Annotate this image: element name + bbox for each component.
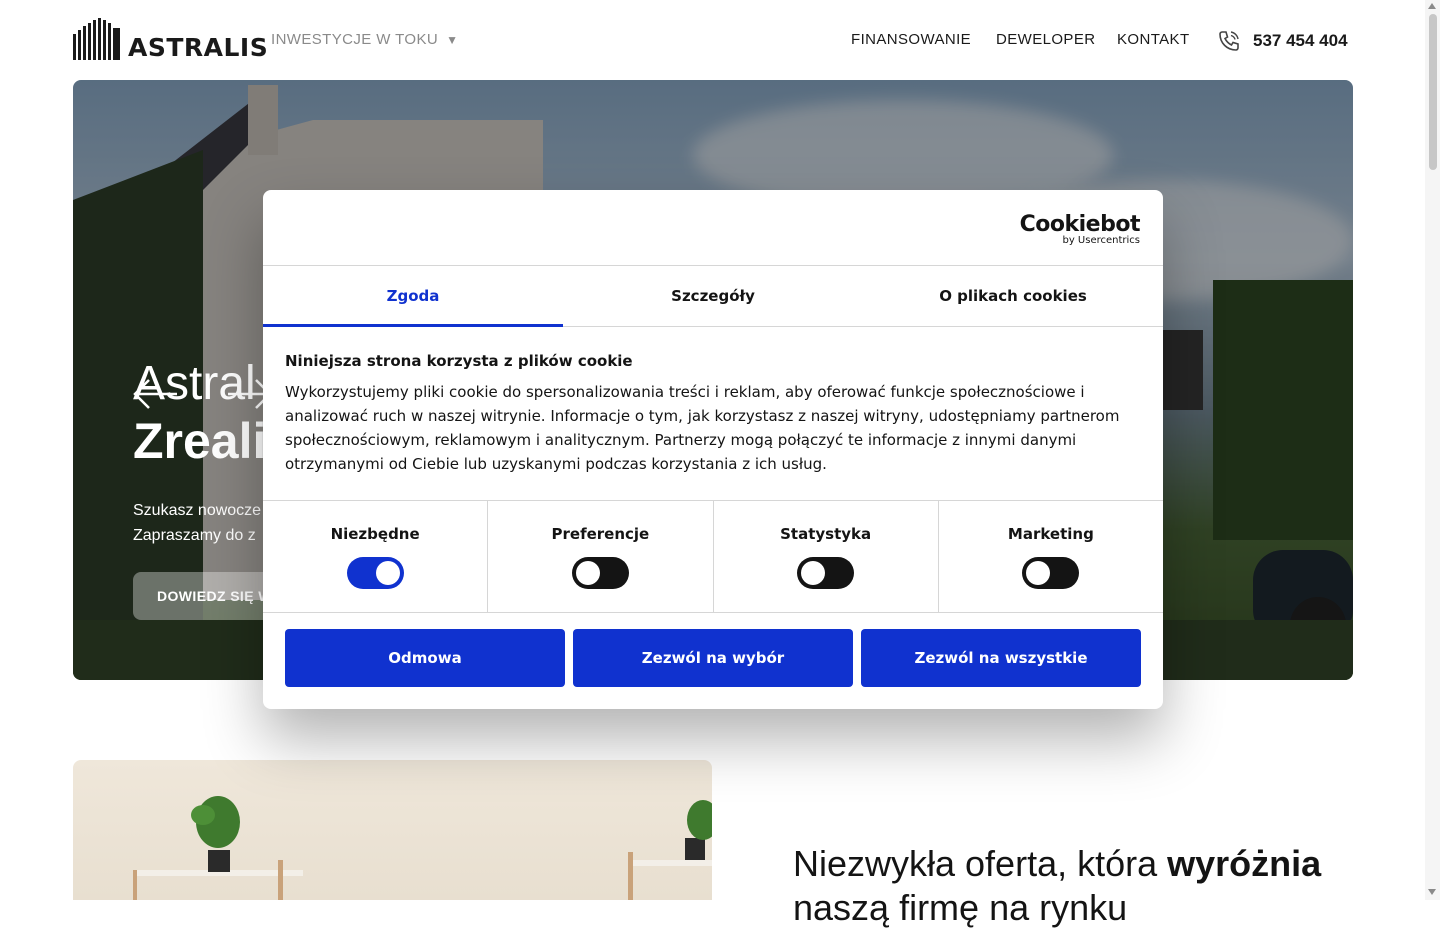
page-scrollbar[interactable] <box>1425 0 1440 900</box>
cookie-consent-dialog: Cookiebot by Usercentrics Zgoda Szczegół… <box>263 190 1163 709</box>
category-label: Preferencje <box>551 525 650 543</box>
scroll-down-icon[interactable] <box>1428 889 1436 895</box>
toggle-statistics[interactable] <box>797 557 855 589</box>
allow-selection-button[interactable]: Zezwól na wybór <box>573 629 853 687</box>
category-necessary: Niezbędne <box>263 501 489 612</box>
cookie-dialog-title: Niniejsza strona korzysta z plików cooki… <box>285 352 633 370</box>
toggle-necessary[interactable] <box>346 557 404 589</box>
scroll-up-icon[interactable] <box>1428 3 1436 9</box>
tab-details[interactable]: Szczegóły <box>563 266 863 326</box>
tab-about-cookies[interactable]: O plikach cookies <box>863 266 1163 326</box>
tab-consent[interactable]: Zgoda <box>263 266 563 327</box>
cookie-actions: Odmowa Zezwól na wybór Zezwól na wszystk… <box>285 629 1141 687</box>
toggle-knob <box>575 561 600 585</box>
toggle-preferences[interactable] <box>571 557 629 589</box>
toggle-marketing[interactable] <box>1022 557 1080 589</box>
category-statistics: Statystyka <box>714 501 939 612</box>
toggle-knob <box>801 561 826 585</box>
cookie-tabs: Zgoda Szczegóły O plikach cookies <box>263 265 1163 327</box>
cookie-dialog-body: Wykorzystujemy pliki cookie do spersonal… <box>285 383 1120 473</box>
cookie-categories: Niezbędne Preferencje Statystyka Marketi… <box>263 500 1163 613</box>
allow-all-button[interactable]: Zezwól na wszystkie <box>861 629 1141 687</box>
category-label: Statystyka <box>780 525 872 543</box>
scroll-thumb[interactable] <box>1429 14 1437 170</box>
toggle-knob <box>375 561 400 585</box>
cookiebot-logo: Cookiebot by Usercentrics <box>1019 212 1141 246</box>
category-preferences: Preferencje <box>488 501 714 612</box>
cookiebot-brand: Cookiebot <box>1019 212 1141 237</box>
category-label: Marketing <box>1007 525 1094 543</box>
category-label: Niezbędne <box>330 525 420 543</box>
toggle-knob <box>1026 561 1051 585</box>
category-marketing: Marketing <box>939 501 1163 612</box>
deny-button[interactable]: Odmowa <box>285 629 565 687</box>
